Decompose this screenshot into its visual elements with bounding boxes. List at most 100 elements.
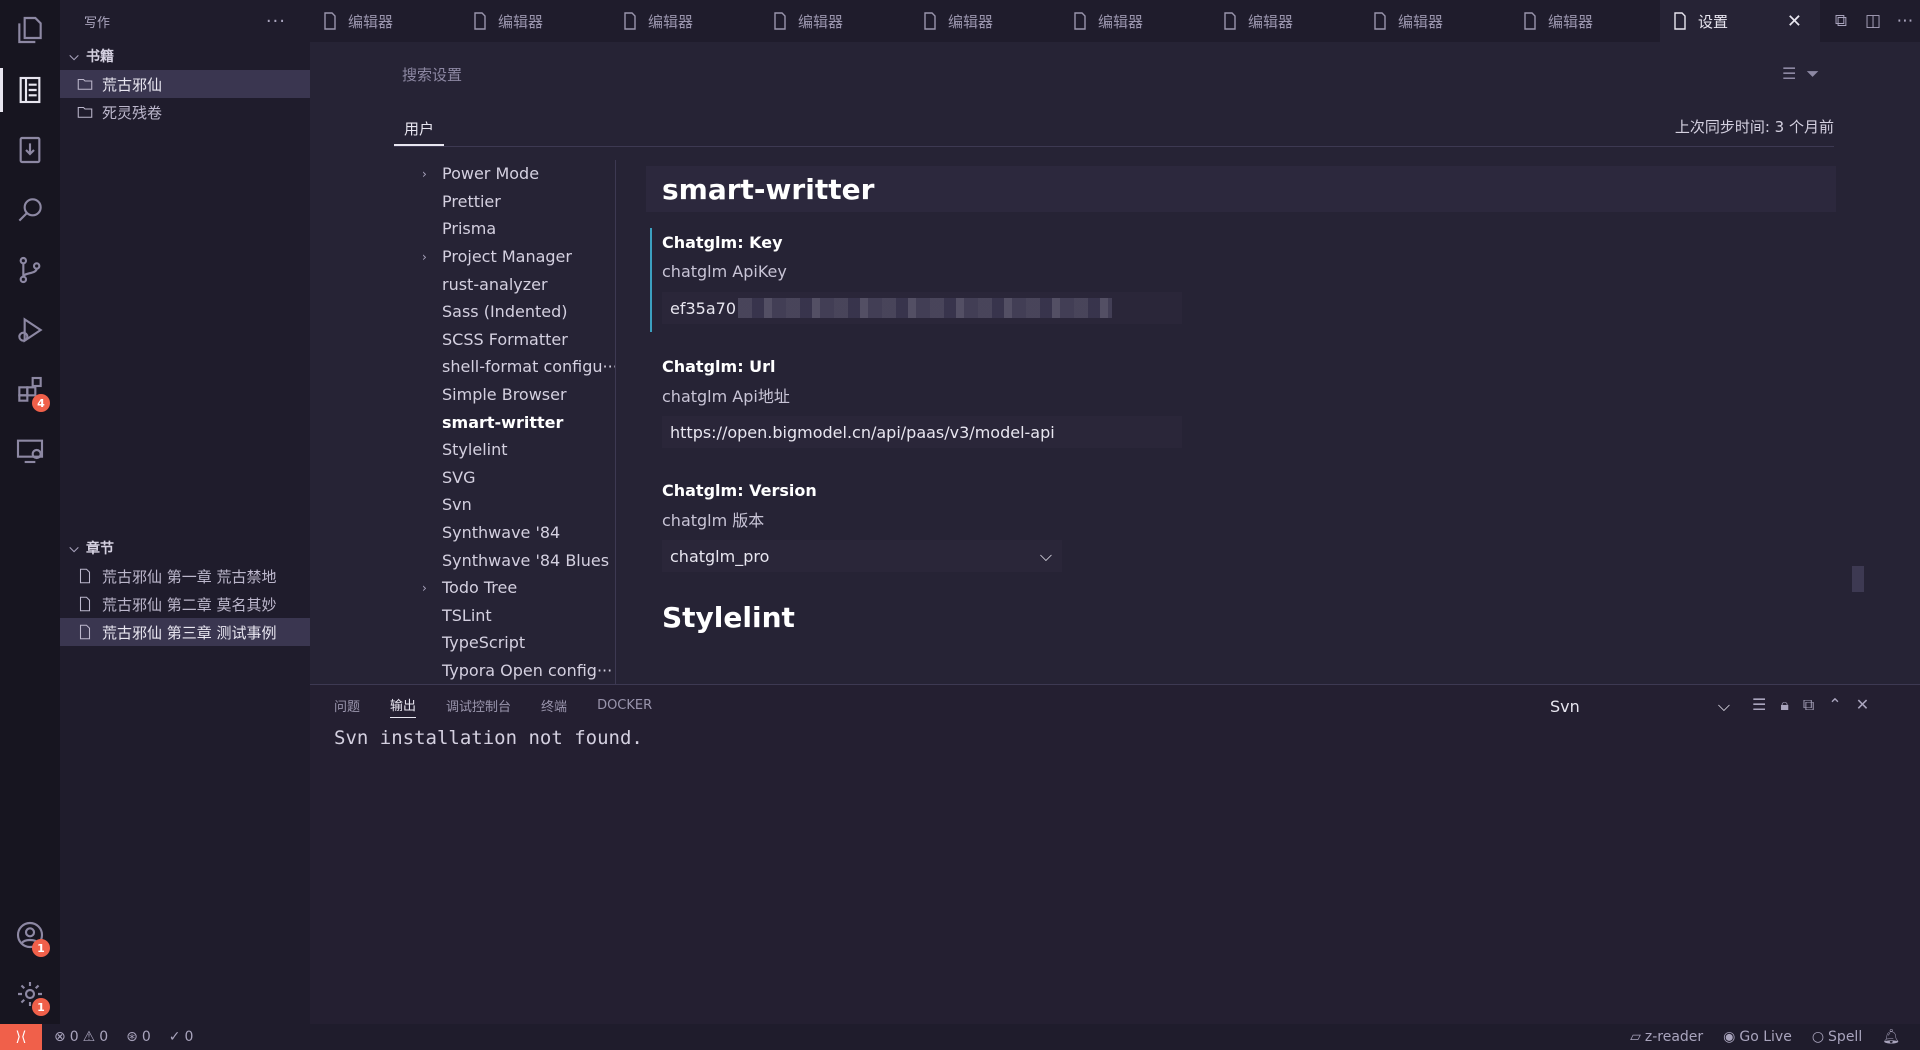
manage-gear-icon[interactable]: 1 [0, 964, 60, 1024]
scope-divider [394, 146, 1834, 147]
accounts-icon[interactable]: 1 [0, 905, 60, 965]
chapter-item[interactable]: 荒古邪仙 第一章 荒古禁地 [60, 562, 310, 590]
toc-item[interactable]: TSLint [418, 602, 615, 630]
close-icon[interactable]: ✕ [1856, 695, 1869, 715]
chevron-up-icon[interactable]: ⌃ [1828, 695, 1841, 715]
toc-item[interactable]: rust-analyzer [418, 270, 615, 298]
toc-item[interactable]: Prisma [418, 215, 615, 243]
toc-item-label: Project Manager [442, 247, 572, 267]
toc-item[interactable]: Svn [418, 491, 615, 519]
go-live-label: Go Live [1739, 1029, 1792, 1045]
chatglm-url-input[interactable]: https://open.bigmodel.cn/api/paas/v3/mod… [662, 416, 1182, 448]
close-icon[interactable]: ✕ [1787, 11, 1802, 32]
panel-tab[interactable]: DOCKER [597, 685, 652, 725]
scrollbar-thumb[interactable] [1852, 566, 1864, 592]
toc-item-label: Prisma [442, 219, 497, 239]
panel-tab[interactable]: 输出 [390, 692, 417, 718]
toc-item[interactable]: shell-format configu··· [418, 353, 615, 381]
file-icon [924, 12, 936, 30]
editor-tab[interactable]: 编辑器 [1210, 0, 1360, 42]
book-item[interactable]: 死灵残卷 [60, 98, 310, 126]
editor-tab[interactable]: 编辑器 [910, 0, 1060, 42]
setting-chatglm-url: Chatglm: Url chatglm Api地址 https://open.… [646, 346, 1836, 470]
toc-item[interactable]: Prettier [418, 188, 615, 216]
remote-indicator-icon[interactable]: ⟩⟨ [0, 1024, 42, 1050]
settings-group-title: smart-writter [646, 166, 1836, 212]
toc-item[interactable]: Stylelint [418, 436, 615, 464]
editor-tab[interactable]: 编辑器 [1510, 0, 1660, 42]
tab-label: 编辑器 [498, 12, 544, 31]
chapter-item[interactable]: 荒古邪仙 第三章 测试事例 [60, 618, 310, 646]
settings-search-input[interactable]: 搜索设置 [402, 64, 462, 85]
chapters-section-header[interactable]: ⌵ 章节 [60, 534, 310, 562]
split-editor-icon[interactable]: ◫ [1864, 11, 1882, 31]
remote-explorer-icon[interactable] [0, 420, 60, 480]
editor-tab[interactable]: 编辑器 [610, 0, 760, 42]
clear-output-icon[interactable]: ☰ [1752, 695, 1766, 715]
panel-tab[interactable]: 调试控制台 [446, 685, 511, 725]
toc-item-label: Synthwave '84 Blues [442, 550, 610, 570]
toc-item[interactable]: Sass (Indented) [418, 298, 615, 326]
explorer-icon[interactable] [0, 0, 60, 60]
toc-item[interactable]: smart-writter [418, 408, 615, 436]
checks-status[interactable]: ✓ 0 [169, 1029, 194, 1045]
editor-tab[interactable]: 编辑器 [1060, 0, 1210, 42]
editor-tab[interactable]: 编辑器 [460, 0, 610, 42]
chatglm-key-input[interactable]: ef35a70 [662, 292, 1182, 324]
copy-icon[interactable]: ⧉ [1803, 695, 1814, 715]
outline-icon[interactable] [0, 120, 60, 180]
editor-tab[interactable]: 编辑器 [760, 0, 910, 42]
toc-item[interactable]: SCSS Formatter [418, 326, 615, 354]
book-writer-icon[interactable] [0, 60, 60, 120]
settings-badge: 1 [32, 998, 50, 1016]
chevron-down-icon: ⌵ [69, 48, 79, 63]
extensions-icon[interactable]: 4 [0, 360, 60, 420]
clear-filter-icon[interactable]: ☰ [1782, 64, 1796, 84]
z-reader-status[interactable]: ▱ z-reader [1630, 1029, 1703, 1045]
source-control-icon[interactable] [0, 240, 60, 300]
panel-tab[interactable]: 问题 [334, 685, 360, 725]
books-section-header[interactable]: ⌵ 书籍 [60, 42, 310, 70]
chatglm-version-select[interactable]: chatglm_pro ⌵ [662, 540, 1062, 572]
tab-label: 编辑器 [1098, 12, 1144, 31]
tab-settings[interactable]: 设置 ✕ [1660, 0, 1820, 42]
run-debug-icon[interactable] [0, 300, 60, 360]
setting-title: Chatglm: Version [662, 480, 817, 500]
file-icon [1074, 12, 1086, 30]
toc-item-label: Synthwave '84 [442, 523, 561, 543]
toc-item[interactable]: SVG [418, 464, 615, 492]
tab-label: 编辑器 [1548, 12, 1594, 31]
more-actions-icon[interactable]: ··· [266, 11, 286, 32]
book-item[interactable]: 荒古邪仙 [60, 70, 310, 98]
ports-status[interactable]: ⊛ 0 [126, 1029, 151, 1045]
go-live-button[interactable]: ◉ Go Live [1723, 1029, 1792, 1045]
spell-status[interactable]: ○ Spell [1812, 1029, 1862, 1045]
chapters-section-title: 章节 [86, 541, 114, 557]
file-icon [79, 568, 91, 584]
panel-tab[interactable]: 终端 [541, 685, 567, 725]
toc-item[interactable]: Typora Open config··· [418, 657, 615, 684]
output-channel-select[interactable]: Svn ⌵ [1540, 693, 1740, 719]
filter-icon[interactable]: ⏷ [1806, 64, 1819, 84]
toc-item[interactable]: › Power Mode [418, 160, 615, 188]
problems-status[interactable]: ⊗ 0 ⚠ 0 [54, 1029, 108, 1045]
editor-tab[interactable]: 编辑器 [310, 0, 460, 42]
toc-item[interactable]: › Todo Tree [418, 574, 615, 602]
toc-item[interactable]: TypeScript [418, 629, 615, 657]
tab-user-scope[interactable]: 用户 [394, 112, 445, 146]
open-json-icon[interactable]: ⧉ [1832, 11, 1850, 31]
notifications-bell-icon[interactable]: 🔔︎ [1882, 1029, 1900, 1045]
tab-label: 设置 [1698, 12, 1729, 31]
toc-item-label: Simple Browser [442, 385, 567, 405]
more-actions-icon[interactable]: ⋯ [1896, 11, 1914, 31]
editor-tab[interactable]: 编辑器 [1360, 0, 1510, 42]
toc-item[interactable]: Synthwave '84 [418, 519, 615, 547]
file-icon [1674, 12, 1686, 30]
toc-item[interactable]: Synthwave '84 Blues [418, 546, 615, 574]
lock-icon[interactable]: 🔒︎ [1780, 695, 1789, 715]
toc-item-label: Typora Open config··· [442, 660, 613, 680]
search-icon[interactable] [0, 180, 60, 240]
toc-item[interactable]: › Project Manager [418, 243, 615, 271]
chapter-item[interactable]: 荒古邪仙 第二章 莫名其妙 [60, 590, 310, 618]
toc-item[interactable]: Simple Browser [418, 381, 615, 409]
